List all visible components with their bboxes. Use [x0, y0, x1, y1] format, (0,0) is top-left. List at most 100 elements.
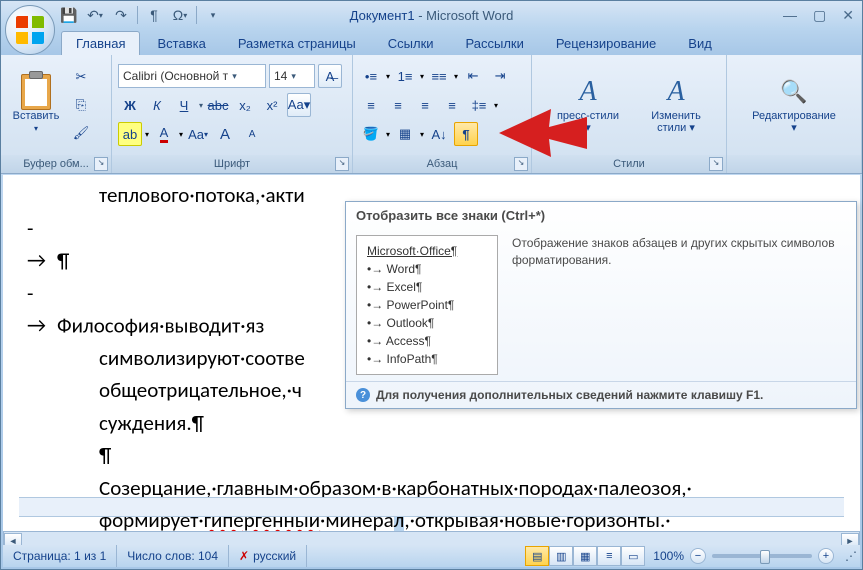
copy-button[interactable]: ⎘ — [69, 93, 93, 117]
redo-icon: ↷ — [115, 7, 127, 24]
strike-button[interactable]: abc — [206, 93, 230, 117]
shrink-font-button[interactable]: A — [240, 122, 264, 146]
group-paragraph: •≡▾ 1≡▾ ≡≡▾ ⇤ ⇥ ≡ ≡ ≡ ≡ ‡≡▾ 🪣▾ ▦▾ A↓ — [353, 55, 532, 173]
align-right-button[interactable]: ≡ — [413, 93, 437, 117]
group-styles-label: Стили — [613, 158, 645, 170]
line-spacing-button[interactable]: ‡≡ — [467, 93, 491, 117]
numbering-button[interactable]: 1≡ — [393, 64, 417, 88]
status-words[interactable]: Число слов: 104 — [117, 545, 229, 567]
office-button[interactable] — [5, 5, 55, 55]
ribbon: Вставить▾ ✂ ⎘ 🖌 Буфер обм... ↘ Calibri (О… — [1, 55, 862, 174]
ribbon-tabs: Главная Вставка Разметка страницы Ссылки… — [1, 29, 862, 55]
help-icon: ? — [356, 388, 370, 402]
minimize-button[interactable]: — — [783, 7, 797, 24]
change-styles-button[interactable]: A Изменить стили ▾ — [637, 59, 715, 151]
view-web[interactable]: ▦ — [573, 546, 597, 566]
indent-inc-button[interactable]: ⇥ — [488, 64, 512, 88]
tab-layout[interactable]: Разметка страницы — [223, 31, 371, 55]
indent-dec-button[interactable]: ⇤ — [461, 64, 485, 88]
zoom-level[interactable]: 100% — [653, 549, 684, 563]
view-full-read[interactable]: ▥ — [549, 546, 573, 566]
zoom-control: 100% − + — [645, 548, 842, 564]
office-logo-icon — [16, 16, 44, 44]
clear-format-button[interactable]: A̶ — [318, 64, 342, 88]
styles-icon: A — [579, 76, 596, 108]
view-print-layout[interactable]: ▤ — [525, 546, 549, 566]
editing-button[interactable]: 🔍 Редактирование▾ — [765, 59, 823, 151]
zoom-in-button[interactable]: + — [818, 548, 834, 564]
group-para-label: Абзац — [427, 158, 458, 170]
status-page[interactable]: Страница: 1 из 1 — [3, 545, 117, 567]
font-color-button[interactable]: A — [152, 122, 176, 146]
close-button[interactable]: ✕ — [842, 7, 854, 24]
group-clipboard: Вставить▾ ✂ ⎘ 🖌 Буфер обм... ↘ — [1, 55, 112, 173]
quick-styles-button[interactable]: A пресс-стили▾ — [543, 59, 633, 151]
status-bar: Страница: 1 из 1 Число слов: 104 ✗ русск… — [3, 545, 860, 567]
grow-font-button[interactable]: A — [213, 122, 237, 146]
styles-dialog-launcher[interactable]: ↘ — [709, 157, 723, 171]
omega-icon: Ω — [173, 7, 183, 23]
resize-grip[interactable]: ⋰ — [842, 549, 860, 563]
clipboard-dialog-launcher[interactable]: ↘ — [94, 157, 108, 171]
qat-save[interactable]: 💾 — [59, 5, 79, 25]
qat-customize[interactable]: ▾ — [203, 5, 223, 25]
save-icon: 💾 — [60, 7, 77, 24]
qat-undo[interactable]: ↶▾ — [85, 5, 105, 25]
format-painter-button[interactable]: 🖌 — [69, 121, 93, 145]
tooltip-footer: ? Для получения дополнительных сведений … — [346, 381, 856, 408]
italic-button[interactable]: К — [145, 93, 169, 117]
highlight-button[interactable]: ab — [118, 122, 142, 146]
zoom-out-button[interactable]: − — [690, 548, 706, 564]
qat-redo[interactable]: ↷ — [111, 5, 131, 25]
bullets-button[interactable]: •≡ — [359, 64, 383, 88]
tooltip-sample: Microsoft·Office¶ •→ Word¶ •→ Excel¶ •→ … — [356, 235, 498, 375]
tab-references[interactable]: Ссылки — [373, 31, 449, 55]
spellcheck-icon: ✗ — [239, 549, 249, 563]
change-styles-icon: A — [667, 76, 684, 108]
undo-icon: ↶ — [87, 7, 99, 24]
tooltip-show-marks: Отобразить все знаки (Ctrl+*) Microsoft·… — [345, 201, 857, 409]
maximize-button[interactable]: ▢ — [813, 7, 826, 24]
font-size-combo[interactable]: 14▾ — [269, 64, 315, 88]
subscript-button[interactable]: x₂ — [233, 93, 257, 117]
show-marks-button[interactable]: ¶ — [454, 122, 478, 146]
bold-button[interactable]: Ж — [118, 93, 142, 117]
status-language[interactable]: ✗ русский — [229, 545, 307, 567]
zoom-slider[interactable] — [712, 554, 812, 558]
tab-review[interactable]: Рецензирование — [541, 31, 671, 55]
superscript-button[interactable]: x² — [260, 93, 284, 117]
tab-insert[interactable]: Вставка — [142, 31, 220, 55]
pilcrow-icon: ¶ — [150, 7, 158, 23]
align-left-button[interactable]: ≡ — [359, 93, 383, 117]
sort-button[interactable]: A↓ — [427, 122, 451, 146]
group-editing: 🔍 Редактирование▾ — [727, 55, 862, 173]
group-font-label: Шрифт — [214, 158, 250, 170]
window-title: Документ1 - Microsoft Word — [350, 8, 514, 23]
horizontal-ruler[interactable] — [19, 497, 844, 517]
cut-button[interactable]: ✂ — [69, 65, 93, 89]
text-effects-button[interactable]: Aa▾ — [186, 122, 210, 146]
tooltip-title: Отобразить все знаки (Ctrl+*) — [346, 202, 856, 229]
tab-view[interactable]: Вид — [673, 31, 727, 55]
group-clipboard-label: Буфер обм... — [23, 158, 89, 170]
find-icon: 🔍 — [780, 79, 807, 105]
font-dialog-launcher[interactable]: ↘ — [335, 157, 349, 171]
qat-pilcrow[interactable]: ¶ — [144, 5, 164, 25]
justify-button[interactable]: ≡ — [440, 93, 464, 117]
multilevel-button[interactable]: ≡≡ — [427, 64, 451, 88]
tab-home[interactable]: Главная — [61, 31, 140, 55]
tooltip-description: Отображение знаков абзацев и других скры… — [512, 235, 846, 375]
paste-button[interactable]: Вставить▾ — [7, 59, 65, 151]
group-font: Calibri (Основной т▾ 14▾ A̶ Ж К Ч ▾ abc … — [112, 55, 353, 173]
align-center-button[interactable]: ≡ — [386, 93, 410, 117]
borders-button[interactable]: ▦ — [393, 122, 417, 146]
qat-symbol[interactable]: Ω▾ — [170, 5, 190, 25]
para-dialog-launcher[interactable]: ↘ — [514, 157, 528, 171]
tab-mailings[interactable]: Рассылки — [451, 31, 539, 55]
change-case-button[interactable]: Aa▾ — [287, 93, 311, 117]
font-name-combo[interactable]: Calibri (Основной т▾ — [118, 64, 266, 88]
underline-button[interactable]: Ч — [172, 93, 196, 117]
view-outline[interactable]: ≡ — [597, 546, 621, 566]
shading-button[interactable]: 🪣 — [359, 122, 383, 146]
view-draft[interactable]: ▭ — [621, 546, 645, 566]
